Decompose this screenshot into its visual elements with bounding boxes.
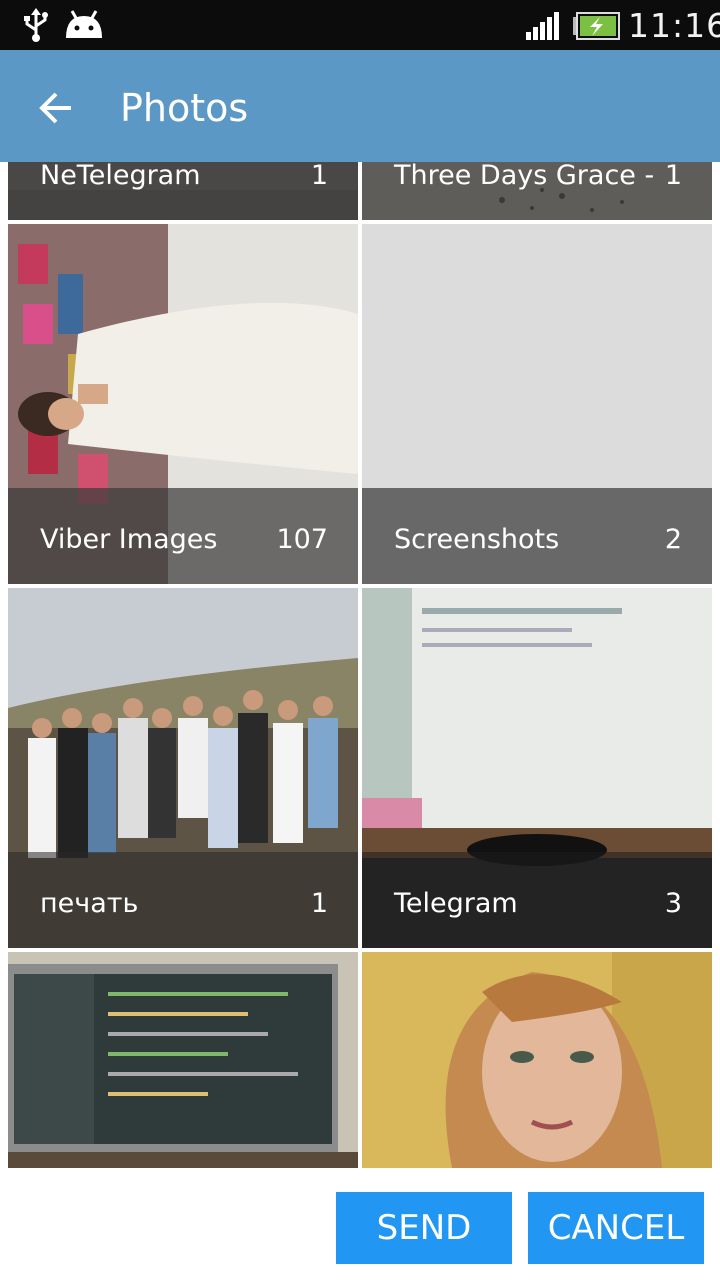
album-count: 1 — [664, 162, 682, 191]
back-button[interactable] — [26, 78, 86, 138]
signal-icon — [526, 12, 559, 40]
album-name: NeTelegram — [40, 162, 201, 191]
status-bar: 11:16 — [0, 0, 720, 50]
album-tile[interactable]: печать 1 — [8, 588, 358, 948]
album-count: 3 — [664, 888, 682, 919]
album-count: 1 — [310, 162, 328, 191]
album-name: Viber Images — [40, 524, 218, 555]
album-tile[interactable]: Screenshots 2 — [362, 224, 712, 584]
clock: 11:16 — [628, 6, 720, 45]
album-count: 2 — [664, 524, 682, 555]
album-tile[interactable] — [362, 952, 712, 1168]
album-thumbnail — [362, 952, 712, 1168]
album-caption: NeTelegram 1 — [8, 162, 358, 220]
battery-charging-icon — [573, 12, 620, 40]
album-count: 107 — [276, 524, 328, 555]
cancel-button[interactable]: CANCEL — [528, 1192, 704, 1264]
album-tile[interactable]: Viber Images 107 — [8, 224, 358, 584]
album-tile[interactable] — [8, 952, 358, 1168]
android-debug-icon — [66, 10, 102, 38]
album-grid[interactable]: NeTelegram 1 Three Days Grace - 1 Viber … — [0, 162, 720, 1168]
album-caption: печать 1 — [8, 852, 358, 948]
arrow-left-icon — [39, 92, 71, 124]
album-thumbnail — [8, 952, 358, 1168]
send-button[interactable]: SEND — [336, 1192, 512, 1264]
album-name: печать — [40, 888, 139, 919]
album-name: Three Days Grace - — [394, 162, 655, 191]
album-caption: Three Days Grace - 1 — [362, 162, 712, 220]
album-caption: Viber Images 107 — [8, 488, 358, 584]
page-title: Photos — [120, 86, 249, 130]
album-tile[interactable]: Three Days Grace - 1 — [362, 162, 712, 220]
album-tile[interactable]: Telegram 3 — [362, 588, 712, 948]
album-name: Telegram — [394, 888, 518, 919]
usb-icon — [24, 8, 48, 42]
action-bar: Photos — [0, 50, 720, 162]
album-name: Screenshots — [394, 524, 560, 555]
album-tile[interactable]: NeTelegram 1 — [8, 162, 358, 220]
album-caption: Telegram 3 — [362, 852, 712, 948]
album-caption: Screenshots 2 — [362, 488, 712, 584]
album-count: 1 — [310, 888, 328, 919]
bottom-action-bar: SEND CANCEL — [0, 1168, 720, 1280]
